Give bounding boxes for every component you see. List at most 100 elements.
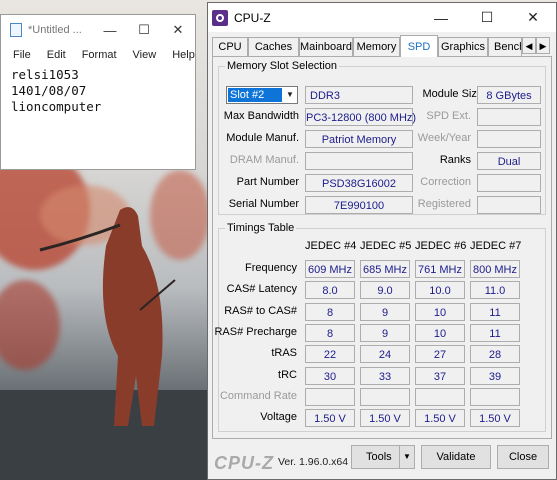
close-icon[interactable]: ✕ [161,22,195,38]
tools-button[interactable]: Tools ▼ [351,445,415,469]
timings-cell: 28 [470,345,520,364]
timings-row-label: RAS# to CAS# [224,304,297,317]
timings-cell: 24 [360,345,410,364]
timings-cell: 33 [360,366,410,385]
timings-cell: 1.50 V [415,409,465,428]
ranks-label: Ranks [439,154,471,166]
text-line: relsi1053 [11,67,79,82]
timings-cell: 8 [305,302,355,321]
tab-strip: CPU Caches Mainboard Memory SPD Graphics… [212,35,552,57]
timings-cell [470,387,520,406]
cpuz-brand-logo: CPU-Z [214,453,274,473]
tab-graphics[interactable]: Graphics [438,37,488,56]
timings-table-group: Timings Table JEDEC #4 JEDEC #5 JEDEC #6 JE… [214,222,546,432]
tab-scroll-right-icon[interactable]: ▶ [536,37,550,54]
cpuz-window[interactable]: CPU-Z — ☐ ✕ CPU Caches Mainboard Memory … [207,2,557,480]
timings-row-label: Voltage [260,411,297,424]
part-number-label: Part Number [236,176,299,188]
correction-label: Correction [420,176,471,188]
timings-cell: 609 MHz [305,260,355,278]
timings-column-header: JEDEC #7 [470,240,522,252]
tab-spd[interactable]: SPD [400,35,438,57]
dram-manuf-label: DRAM Manuf. [229,154,299,166]
close-button[interactable]: Close [497,445,549,469]
timings-cell: 10 [415,302,465,321]
text-line: lioncomputer [11,99,102,114]
max-bandwidth-value: PC3-12800 (800 MHz) [305,108,416,126]
timings-row-label: Frequency [245,262,297,274]
timings-row-label: tRC [278,368,297,381]
cpuz-footer: CPU-Z Ver. 1.96.0.x64 Tools ▼ Validate C… [208,439,556,479]
maximize-icon[interactable]: ☐ [464,9,510,26]
memory-slot-group: Memory Slot Selection Slot #2 ▼ DDR3 Mod… [218,60,546,215]
module-manuf-label: Module Manuf. [226,132,299,144]
max-bandwidth-label: Max Bandwidth [223,110,299,122]
timings-cell: 1.50 V [470,409,520,428]
tools-button-label: Tools [366,451,392,463]
tab-bench[interactable]: Bench [488,37,522,56]
timings-cell [360,387,410,406]
spd-ext-value [477,108,541,126]
module-manuf-value: Patriot Memory [305,130,413,148]
timings-cell: 9 [360,323,410,342]
slot-select-value: Slot #2 [228,88,282,102]
timings-cell: 1.50 V [360,409,410,428]
timings-cell: 11 [470,323,520,342]
timings-cell: 685 MHz [360,260,410,278]
cpuz-title-bar[interactable]: CPU-Z — ☐ ✕ [208,3,556,32]
timings-cell: 27 [415,345,465,364]
tab-memory[interactable]: Memory [353,37,400,56]
timings-row-label: Command Rate [219,389,297,402]
timings-cell: 10 [415,323,465,342]
menu-view[interactable]: View [125,49,165,61]
group-title: Memory Slot Selection [225,60,340,72]
minimize-icon[interactable]: — [418,10,464,26]
version-text: Ver. 1.96.0.x64 [278,456,349,468]
timings-row-label: tRAS [271,347,297,360]
tab-mainboard[interactable]: Mainboard [299,37,353,56]
module-size-value: 8 GBytes [477,86,541,104]
tab-cpu[interactable]: CPU [212,37,248,56]
ranks-value: Dual [477,152,541,170]
part-number-value: PSD38G16002 [305,174,413,192]
timings-row-label: RAS# Precharge [214,325,297,338]
timings-column-header: JEDEC #4 [305,240,357,252]
timings-cell: 9.0 [360,281,410,300]
timings-cell: 800 MHz [470,260,520,278]
cpuz-app-icon [212,9,228,26]
notepad-title-bar[interactable]: *Untitled ... — ☐ ✕ [1,15,195,45]
correction-value [477,174,541,192]
close-icon[interactable]: ✕ [510,9,556,26]
timings-cell: 8 [305,323,355,342]
tab-scroll-left-icon[interactable]: ◀ [522,37,536,54]
serial-number-value: 7E990100 [305,196,413,214]
timings-cell: 22 [305,345,355,364]
timings-cell: 30 [305,366,355,385]
notepad-title: *Untitled ... [28,24,82,36]
wallpaper-figure [39,207,176,426]
slot-select[interactable]: Slot #2 ▼ [226,86,298,104]
registered-value [477,196,541,214]
timings-row-label: CAS# Latency [226,283,297,296]
chevron-down-icon[interactable]: ▼ [399,446,414,468]
validate-button[interactable]: Validate [421,445,491,469]
timings-cell: 37 [415,366,465,385]
module-size-label: Module Size [422,88,483,100]
notepad-menu-bar: File Edit Format View Help [1,45,195,65]
timings-cell [415,387,465,406]
week-year-label: Week/Year [417,132,471,144]
tab-caches[interactable]: Caches [248,37,299,56]
notepad-icon [10,23,22,37]
spd-ext-label: SPD Ext. [426,110,471,122]
text-line: 1401/08/07 [11,83,87,98]
timings-cell: 11 [470,302,520,321]
menu-format[interactable]: Format [74,49,125,61]
menu-help[interactable]: Help [164,49,203,61]
menu-file[interactable]: File [5,49,39,61]
menu-edit[interactable]: Edit [39,49,74,61]
notepad-text-area[interactable]: relsi1053 1401/08/07 lioncomputer [1,65,195,115]
maximize-icon[interactable]: ☐ [127,22,161,38]
notepad-window[interactable]: *Untitled ... — ☐ ✕ File Edit Format Vie… [0,14,196,170]
timings-cell: 9 [360,302,410,321]
minimize-icon[interactable]: — [93,23,127,38]
